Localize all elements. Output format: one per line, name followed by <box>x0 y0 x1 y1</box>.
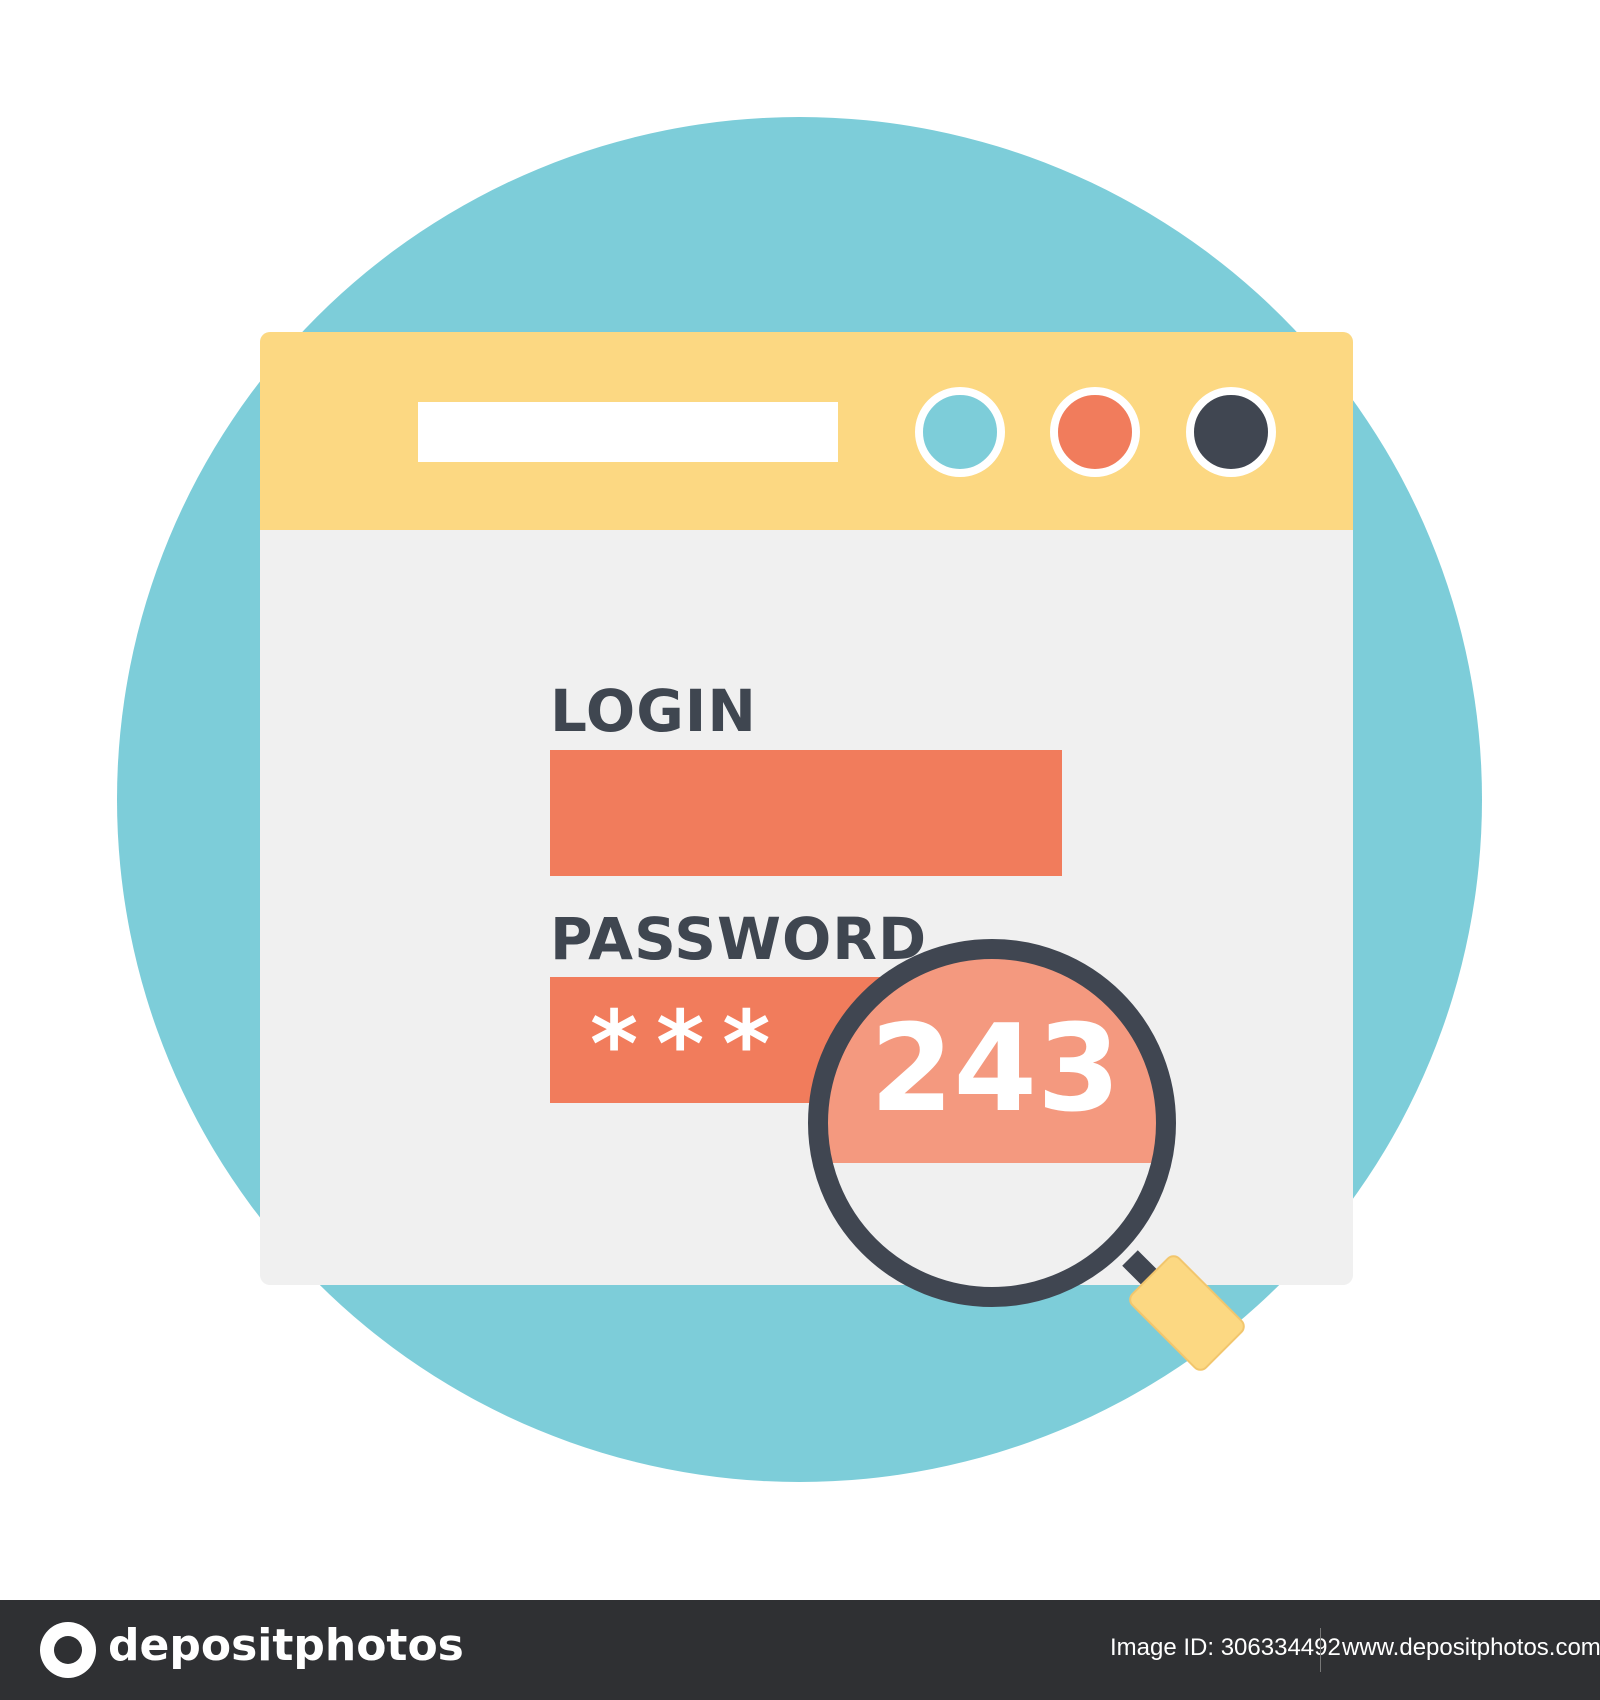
revealed-password-digits: 243 <box>870 1000 1121 1139</box>
brand-name: depositphotos <box>108 1620 464 1671</box>
site-url[interactable]: www.depositphotos.com <box>1342 1636 1600 1660</box>
magnifying-glass-icon <box>808 939 1245 1371</box>
footer-divider <box>1320 1628 1321 1672</box>
footer-bar: depositphotos Image ID: 306334492 www.de… <box>0 1600 1600 1700</box>
image-id: Image ID: 306334492 <box>1110 1634 1341 1661</box>
brand-logo-icon <box>40 1622 96 1678</box>
